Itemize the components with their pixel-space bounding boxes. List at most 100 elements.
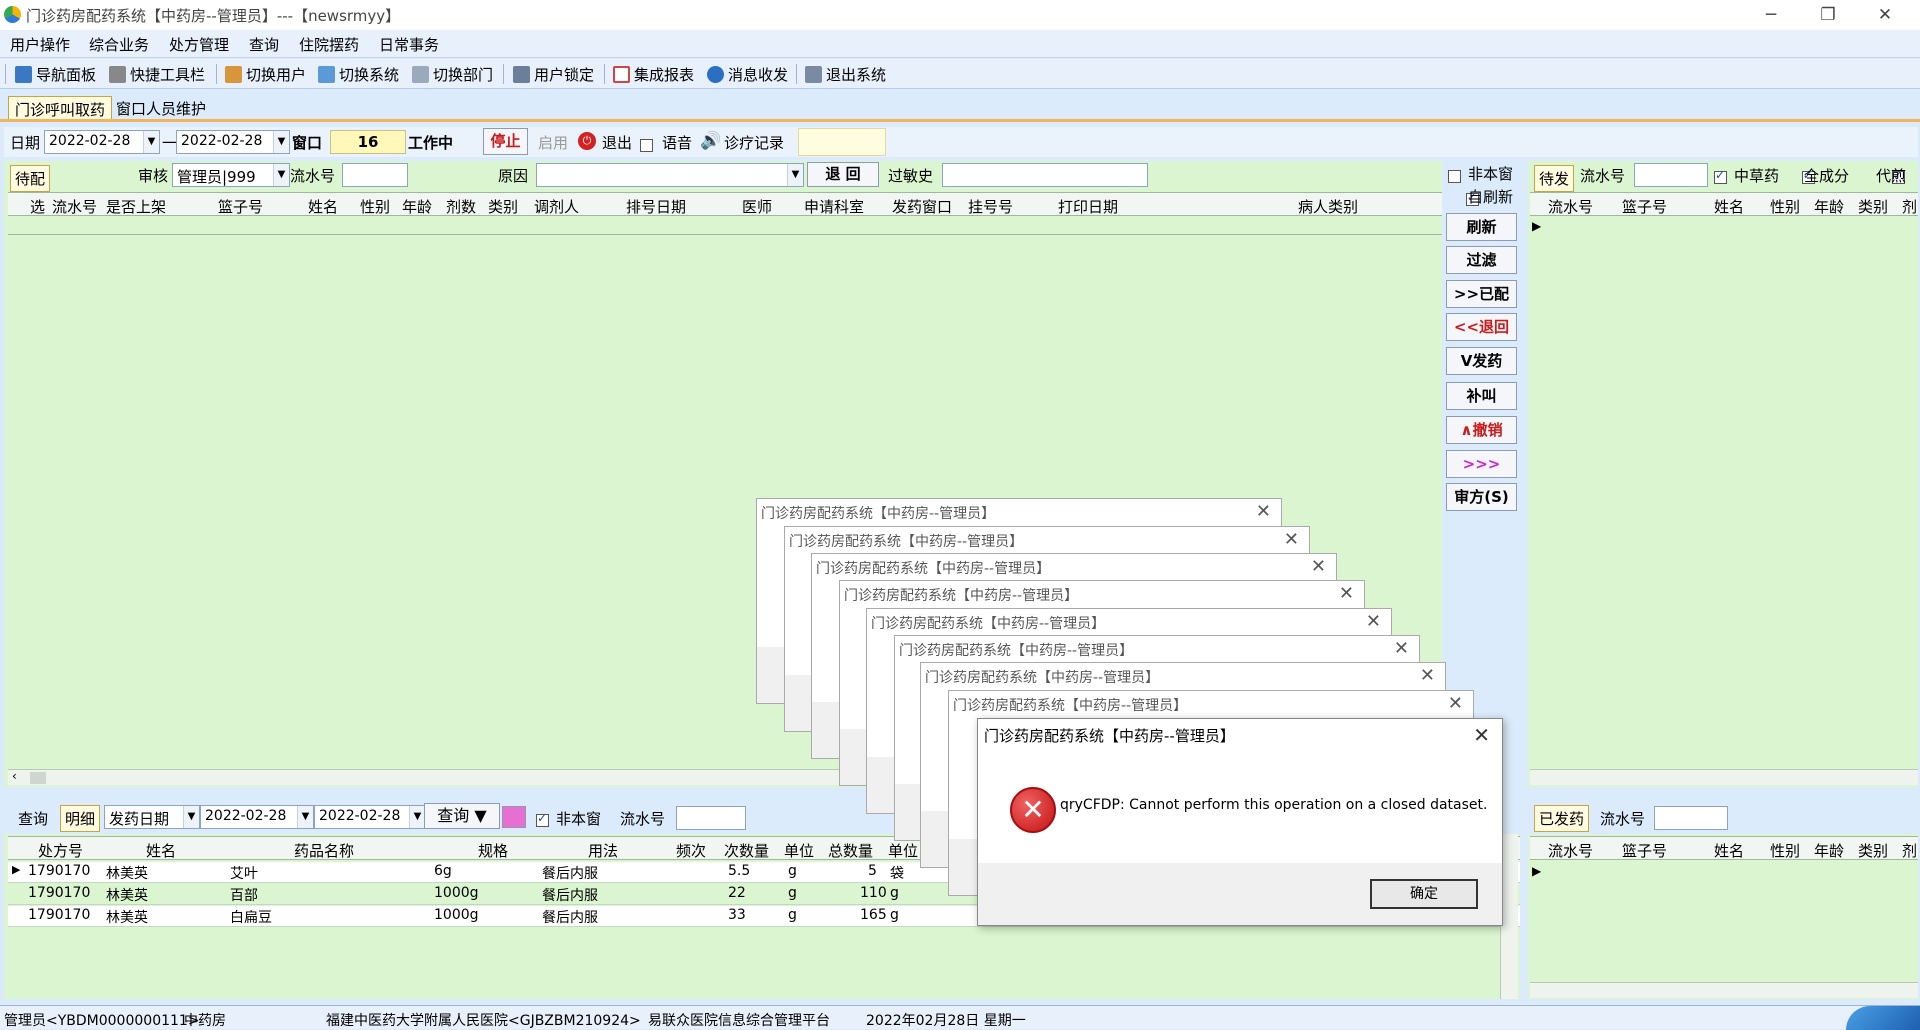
close-icon[interactable]: ✕ [1284,529,1299,550]
return-back-button[interactable]: <<退回 [1446,313,1517,341]
close-icon[interactable]: ✕ [1420,665,1435,686]
detail-date-from[interactable]: 2022-02-28 ▼ [200,805,314,829]
report-button[interactable]: 集成报表 [613,63,694,85]
recall-button[interactable]: 补叫 [1446,382,1517,410]
close-icon[interactable]: ✕ [1366,611,1381,632]
col-header[interactable]: 用法 [588,840,618,861]
tab-pending[interactable]: 待配 [10,165,51,192]
col-header[interactable]: 年龄 [1814,196,1844,217]
quick-toolbar-button[interactable]: 快捷工具栏 [109,63,205,85]
col-header[interactable]: 姓名 [1714,840,1744,861]
col-header[interactable]: 类别 [488,196,518,217]
ok-button[interactable]: 确定 [1370,879,1478,909]
query-button[interactable]: 查询 ▼ [424,803,500,829]
menu-prescription[interactable]: 处方管理 [169,34,229,55]
col-header[interactable]: 流水号 [1548,840,1593,861]
col-header[interactable]: 姓名 [146,840,176,861]
tab-to-dispense[interactable]: 待发 [1534,165,1575,192]
col-header[interactable]: 姓名 [1714,196,1744,217]
serial-input[interactable] [1634,163,1708,187]
col-header[interactable]: 剂 [1902,840,1917,861]
col-header[interactable]: 剂数 [446,196,476,217]
minimize-button[interactable]: ─ [1748,2,1794,28]
return-button[interactable]: 退 回 [807,162,879,187]
issue-drug-button[interactable]: V发药 [1446,347,1517,375]
scroll-left-icon[interactable]: ‹ [12,769,17,783]
col-header[interactable]: 次数量 [724,840,769,861]
message-button[interactable]: 消息收发 [707,63,788,85]
records-button[interactable]: 诊疗记录 [724,132,784,153]
switch-system-button[interactable]: 切换系统 [318,63,399,85]
col-header[interactable]: 类别 [1858,196,1888,217]
close-icon[interactable]: ✕ [1448,693,1463,714]
filter-button[interactable]: 过滤 [1446,246,1517,274]
exit-system-button[interactable]: 退出系统 [805,63,886,85]
date-from-picker[interactable]: 2022-02-28 ▼ [44,130,160,154]
col-header[interactable]: 频次 [676,840,706,861]
records-field[interactable] [798,128,886,156]
restore-button[interactable]: ❐ [1805,2,1851,28]
col-header[interactable]: 医师 [742,196,772,217]
tab-call-dispense[interactable]: 门诊呼叫取药 [8,96,113,120]
col-header[interactable]: 选 [30,196,45,217]
col-header[interactable]: 性别 [1770,840,1800,861]
switch-user-button[interactable]: 切换用户 [225,63,306,85]
col-header[interactable]: 类别 [1858,840,1888,861]
more-button[interactable]: >>> [1446,450,1517,478]
close-icon[interactable]: ✕ [1473,723,1490,747]
col-header[interactable]: 规格 [478,840,508,861]
col-header[interactable]: 性别 [1770,196,1800,217]
window-number-field[interactable]: 16 [330,130,406,154]
enable-button[interactable]: 启用 [538,132,568,153]
col-header[interactable]: 篮子号 [1622,196,1667,217]
reason-select[interactable]: ▼ [536,163,804,187]
menu-query[interactable]: 查询 [249,34,279,55]
col-header[interactable]: 篮子号 [1622,840,1667,861]
eraser-icon[interactable] [502,806,526,828]
col-header[interactable]: 排号日期 [626,196,686,217]
exit-button[interactable]: 退出 [602,132,632,153]
date-type-select[interactable]: 发药日期 ▼ [104,805,200,829]
col-header[interactable]: 单位 [784,840,814,861]
audit-select[interactable]: 管理员|999 ▼ [172,163,290,187]
col-header[interactable]: 姓名 [308,196,338,217]
horizontal-scrollbar[interactable] [1530,982,1918,998]
close-window-button[interactable]: ✕ [1862,2,1908,28]
col-header[interactable]: 年龄 [402,196,432,217]
menu-user-ops[interactable]: 用户操作 [10,34,70,55]
col-header[interactable]: 处方号 [38,840,83,861]
col-header[interactable]: 打印日期 [1058,196,1118,217]
menu-business[interactable]: 综合业务 [89,34,149,55]
detail-date-to[interactable]: 2022-02-28 ▼ [314,805,426,829]
col-header[interactable]: 病人类别 [1298,196,1358,217]
undo-button[interactable]: ∧撤销 [1446,416,1517,444]
col-header[interactable]: 发药窗口 [892,196,952,217]
col-header[interactable]: 剂 [1902,196,1917,217]
dispensed-button[interactable]: >>已配 [1446,280,1517,308]
col-header[interactable]: 调剂人 [534,196,579,217]
col-header[interactable]: 流水号 [1548,196,1593,217]
tab-window-staff[interactable]: 窗口人员维护 [116,98,206,119]
voice-checkbox[interactable] [640,139,653,152]
col-header[interactable]: 篮子号 [218,196,263,217]
col-header[interactable]: 总数量 [828,840,873,861]
scroll-thumb[interactable] [30,772,46,784]
user-lock-button[interactable]: 用户锁定 [513,63,594,85]
col-header[interactable]: 流水号 [52,196,97,217]
close-icon[interactable]: ✕ [1394,638,1409,659]
stop-button[interactable]: 停止 [483,128,528,155]
allergy-field[interactable] [942,163,1148,187]
serial-input[interactable] [1654,806,1728,830]
tab-dispensed[interactable]: 已发药 [1534,805,1590,832]
date-to-picker[interactable]: 2022-02-28 ▼ [176,130,290,154]
pending-grid-empty-row[interactable] [8,217,1442,235]
col-header[interactable]: 性别 [360,196,390,217]
col-header[interactable]: 挂号号 [968,196,1013,217]
close-icon[interactable]: ✕ [1339,583,1354,604]
herbal-checkbox[interactable] [1714,168,1727,184]
tab-query[interactable]: 查询 [18,808,48,829]
tab-detail[interactable]: 明细 [60,805,101,832]
detail-non-window-checkbox[interactable] [536,811,549,827]
menu-daily[interactable]: 日常事务 [379,34,439,55]
col-header[interactable]: 是否上架 [106,196,166,217]
